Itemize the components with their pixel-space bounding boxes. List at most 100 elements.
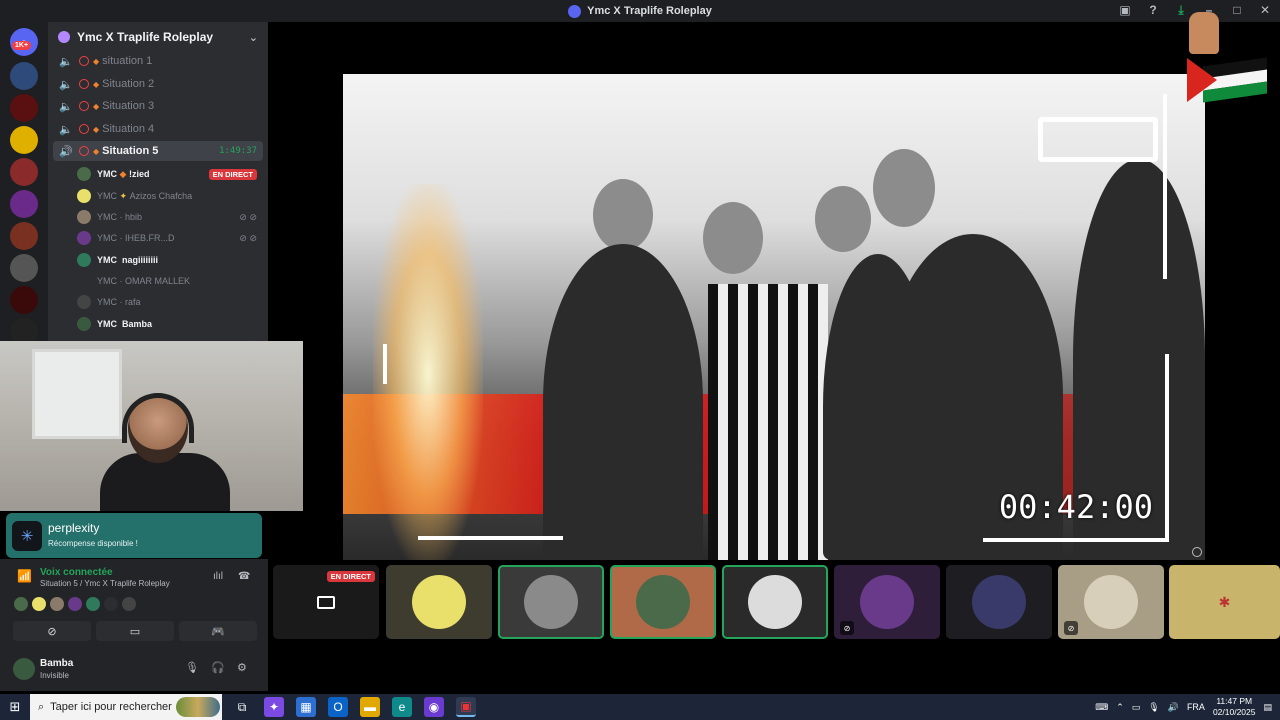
server-icon-8[interactable] bbox=[10, 286, 38, 314]
fist-icon bbox=[1189, 12, 1219, 54]
inbox-icon[interactable]: ▣ bbox=[1118, 3, 1132, 18]
stream-view[interactable]: 00:42:00 bbox=[343, 74, 1205, 560]
speaker-icon: 🔊 bbox=[59, 145, 73, 158]
camera-off-button[interactable]: ⊘ bbox=[13, 621, 91, 641]
voice-channel-situation-4[interactable]: 🔈 ◆ Situation 4 bbox=[53, 119, 263, 139]
avatar bbox=[524, 575, 578, 629]
disconnect-icon[interactable]: ☎ bbox=[238, 571, 250, 582]
voice-channel-situation-2[interactable]: 🔈 ◆ Situation 2 bbox=[53, 74, 263, 94]
server-header[interactable]: Ymc X Traplife Roleplay ⌄ bbox=[48, 22, 268, 52]
member-tag: YMC bbox=[97, 212, 117, 222]
avatar[interactable] bbox=[13, 658, 35, 680]
server-icon-6[interactable] bbox=[10, 222, 38, 250]
store-icon[interactable]: ▦ bbox=[296, 697, 316, 717]
clock[interactable]: 11:47 PM 02/10/2025 bbox=[1213, 696, 1256, 718]
keyboard-icon[interactable]: ⌨ bbox=[1095, 702, 1108, 713]
avatar[interactable] bbox=[14, 597, 28, 611]
voice-member[interactable]: YMC Bamba bbox=[77, 314, 263, 334]
headphones-icon[interactable]: 🎧 bbox=[211, 661, 225, 674]
microphone-icon[interactable]: 🎙 bbox=[185, 661, 199, 674]
chevron-down-icon: ⌄ bbox=[248, 31, 258, 44]
participant-tile[interactable]: ✱ bbox=[1169, 565, 1280, 639]
avatar[interactable] bbox=[32, 597, 46, 611]
participant-tile[interactable] bbox=[946, 565, 1052, 639]
diamond-icon: ◆ bbox=[119, 168, 127, 179]
voice-location[interactable]: Situation 5 / Ymc X Traplife Roleplay bbox=[40, 579, 170, 588]
participant-tile[interactable] bbox=[498, 565, 604, 639]
network-icon[interactable]: ▭ bbox=[1132, 702, 1141, 713]
webcam-background-window bbox=[32, 349, 122, 439]
screen-share-button[interactable]: ▭ bbox=[96, 621, 174, 641]
stream-light-flare bbox=[373, 184, 483, 560]
member-tag: YMC bbox=[97, 297, 117, 307]
avatar[interactable] bbox=[104, 597, 118, 611]
window-titlebar: Ymc X Traplife Roleplay ▣ ? ⤓ – □ ✕ bbox=[0, 0, 1280, 22]
taskbar-apps: ⧉ ✦ ▦ O ▬ e ◉ ▣ bbox=[232, 697, 476, 717]
server-icon-1[interactable] bbox=[10, 62, 38, 90]
server-icon-2[interactable] bbox=[10, 94, 38, 122]
avatar bbox=[748, 575, 802, 629]
microphone-icon[interactable]: 🎙 bbox=[1148, 702, 1159, 713]
voice-member[interactable]: YMC · IHEB.FR...D ⊘ ⊘ bbox=[77, 228, 263, 248]
voice-member[interactable]: YMC ✦ Azizos Chafcha bbox=[77, 186, 263, 206]
copilot-icon[interactable]: ✦ bbox=[264, 697, 284, 717]
mic-muted-icon: ⊘ ⊘ bbox=[239, 211, 257, 222]
folder-icon[interactable]: ▬ bbox=[360, 697, 380, 717]
participant-tile[interactable] bbox=[386, 565, 492, 639]
participant-tile[interactable] bbox=[722, 565, 828, 639]
perplexity-logo: ✳ bbox=[12, 521, 42, 551]
language-indicator[interactable]: FRA bbox=[1187, 702, 1205, 712]
windows-start-icon[interactable]: ⊞ bbox=[0, 699, 30, 715]
voice-member[interactable]: YMC · rafa bbox=[77, 292, 263, 312]
voice-member[interactable]: YMC ◆ !zied EN DIRECT bbox=[77, 164, 263, 184]
voice-channel-situation-3[interactable]: 🔈 ◆ Situation 3 bbox=[53, 96, 263, 116]
avatar[interactable] bbox=[122, 597, 136, 611]
edge-icon[interactable]: e bbox=[392, 697, 412, 717]
member-name: rafa bbox=[125, 297, 141, 307]
voice-status[interactable]: Voix connectée bbox=[40, 567, 113, 578]
volume-icon[interactable]: 🔊 bbox=[1168, 702, 1179, 713]
system-tray: ⌨ ⌃ ▭ 🎙 🔊 FRA 11:47 PM 02/10/2025 ▤ bbox=[1095, 694, 1280, 720]
headset-icon bbox=[122, 393, 194, 443]
help-icon[interactable]: ? bbox=[1146, 3, 1160, 18]
server-icon-3[interactable] bbox=[10, 126, 38, 154]
voice-member[interactable]: YMC · OMAR MALLEK bbox=[77, 271, 263, 291]
voice-avatars bbox=[14, 597, 136, 611]
monitor-icon bbox=[317, 595, 335, 609]
avatar[interactable] bbox=[86, 597, 100, 611]
participant-tile[interactable]: ⊘ bbox=[834, 565, 940, 639]
username[interactable]: Bamba bbox=[40, 658, 73, 669]
discord-app-icon[interactable]: ▣ bbox=[456, 697, 476, 717]
fullscreen-icon[interactable] bbox=[1192, 547, 1202, 557]
member-tag: YMC bbox=[97, 276, 117, 286]
outlook-icon[interactable]: O bbox=[328, 697, 348, 717]
mic-muted-icon: ⊘ bbox=[1064, 621, 1078, 635]
noise-suppression-icon[interactable]: ılıl bbox=[213, 571, 223, 582]
window-title: Ymc X Traplife Roleplay bbox=[587, 5, 712, 17]
server-icon-4[interactable] bbox=[10, 158, 38, 186]
participant-tile[interactable]: ⊘ bbox=[1058, 565, 1164, 639]
activity-button[interactable]: 🎮 bbox=[179, 621, 257, 641]
voice-member[interactable]: YMC · hbib ⊘ ⊘ bbox=[77, 207, 263, 227]
notification-icon[interactable]: ▤ bbox=[1263, 702, 1272, 713]
participant-tiles: EN DIRECT ⊘ ⊘ ✱ bbox=[273, 565, 1280, 640]
browser-icon[interactable]: ◉ bbox=[424, 697, 444, 717]
task-view-icon[interactable]: ⧉ bbox=[232, 697, 252, 717]
promo-card[interactable]: ✳ perplexity Récompense disponible ! bbox=[6, 513, 262, 558]
server-icon-5[interactable] bbox=[10, 190, 38, 218]
channel-timer: 1:49:37 bbox=[219, 146, 257, 156]
participant-tile[interactable] bbox=[610, 565, 716, 639]
avatar[interactable] bbox=[68, 597, 82, 611]
avatar[interactable] bbox=[50, 597, 64, 611]
battery-overlay-icon bbox=[1038, 117, 1158, 162]
voice-channel-situation-5[interactable]: 🔊 ◆ Situation 5 1:49:37 bbox=[53, 141, 263, 161]
voice-channel-situation-1[interactable]: 🔈 ◆ situation 1 bbox=[53, 51, 263, 71]
participant-tile-stream[interactable]: EN DIRECT bbox=[273, 565, 379, 639]
signal-icon[interactable]: 📶 bbox=[17, 569, 32, 583]
taskbar-search[interactable]: ⌕ Taper ici pour rechercher bbox=[30, 694, 222, 720]
gear-icon[interactable]: ⚙ bbox=[237, 661, 247, 674]
chevron-up-icon[interactable]: ⌃ bbox=[1116, 702, 1124, 713]
voice-member[interactable]: YMC nagiiiiiiii bbox=[77, 250, 263, 270]
server-icon-7[interactable] bbox=[10, 254, 38, 282]
speaker-muted-icon: 🔈 bbox=[59, 55, 73, 68]
